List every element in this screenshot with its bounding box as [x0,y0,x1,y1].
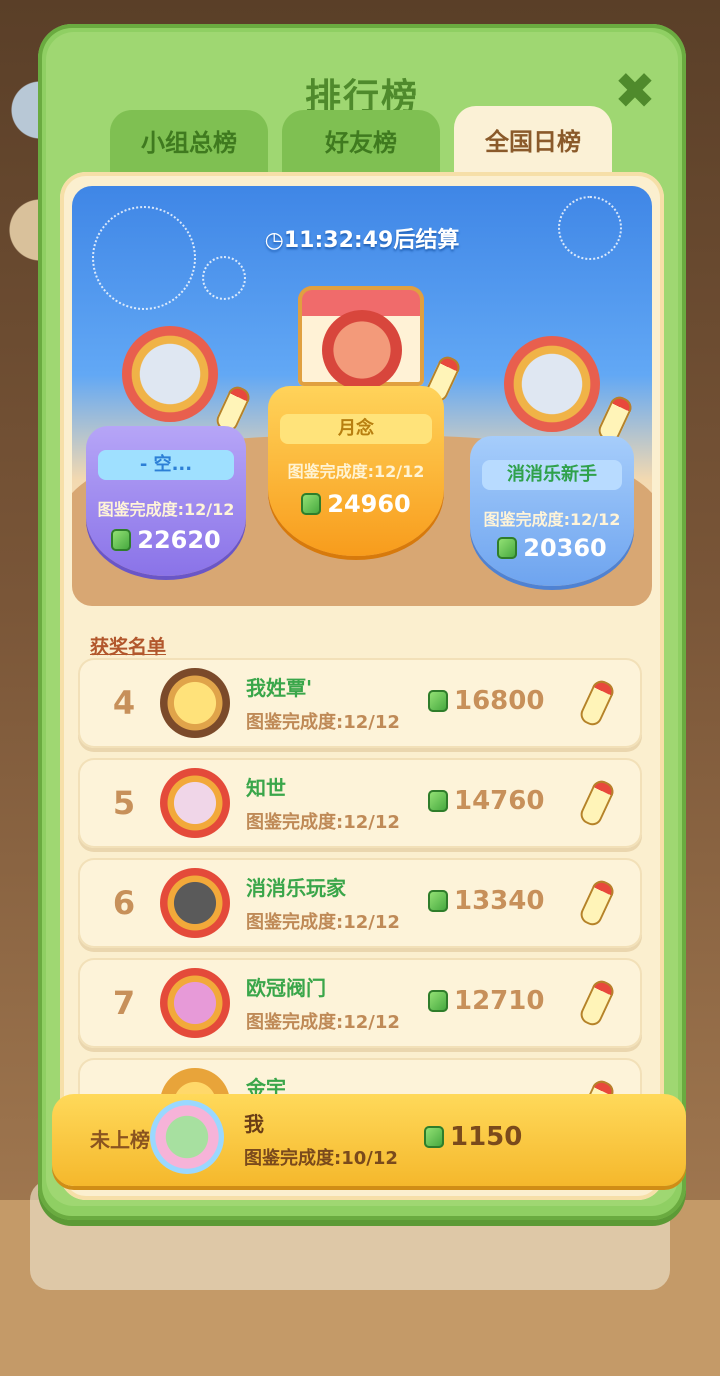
podium-third-name: 消消乐新手 [482,460,622,490]
podium-first-score: 24960 [268,490,444,518]
my-rank-status: 未上榜 [90,1128,150,1152]
gem-icon [424,1126,444,1148]
gem-icon [428,690,448,712]
avatar[interactable] [160,968,230,1038]
podium-first-progress: 图鉴完成度:12/12 [287,462,425,481]
winners-list-title: 获奖名单 [90,636,167,658]
list-item[interactable]: 5 知世 图鉴完成度:12/12 14760 [78,758,642,848]
player-score: 14760 [428,786,544,816]
my-name: 我 [244,1112,264,1136]
podium-first: 月念 图鉴完成度:12/12 24960 [268,386,444,556]
clock-icon: ◷ [264,228,284,253]
player-name: 欧冠阀门 [246,976,326,1000]
my-score: 1150 [424,1122,522,1152]
podium-first-name: 月念 [280,414,432,444]
leaderboard-panel: 排行榜 ✖ 小组总榜 好友榜 全国日榜 ◷11:32:49后结算 - 空... … [38,24,686,1220]
avatar[interactable] [160,668,230,738]
gem-icon [111,529,132,551]
close-icon[interactable]: ✖ [612,66,658,116]
collection-progress: 图鉴完成度:12/12 [246,1012,400,1033]
list-item[interactable]: 7 欧冠阀门 图鉴完成度:12/12 12710 [78,958,642,1048]
rank-number: 7 [112,984,136,1022]
settle-timer: ◷11:32:49后结算 [72,222,652,254]
podium-second: - 空... 图鉴完成度:12/12 22620 [86,426,246,576]
reward-scroll-icon [577,677,617,729]
player-score: 12710 [428,986,544,1016]
timer-value: 11:32:49 [283,228,394,253]
reward-scroll-icon [577,877,617,929]
tab-friends[interactable]: 好友榜 [282,110,440,176]
gem-icon [428,890,448,912]
podium-second-name: - 空... [98,450,234,480]
gem-icon [301,493,322,515]
list-item[interactable]: 6 消消乐玩家 图鉴完成度:12/12 13340 [78,858,642,948]
podium-second-progress: 图鉴完成度:12/12 [97,500,235,519]
player-name: 我姓覃' [246,676,313,700]
reward-scroll-icon [577,777,617,829]
player-score: 13340 [428,886,544,916]
podium-third-score: 20360 [470,534,634,562]
collection-progress: 图鉴完成度:12/12 [246,812,400,833]
gem-icon [428,790,448,812]
rank-number: 4 [112,684,136,722]
rank-number: 5 [112,784,136,822]
podium-third-progress: 图鉴完成度:12/12 [483,510,621,529]
gem-icon [497,537,518,559]
reward-scroll-icon [577,977,617,1029]
firework-decoration [202,256,246,300]
avatar[interactable] [160,868,230,938]
my-rank-bar[interactable]: 未上榜 我 图鉴完成度:10/12 1150 [52,1094,686,1186]
avatar[interactable] [150,1100,224,1174]
avatar[interactable] [160,768,230,838]
timer-suffix: 后结算 [393,228,460,253]
avatar[interactable] [504,336,600,432]
tab-content: ◷11:32:49后结算 - 空... 图鉴完成度:12/12 22620 月念… [60,172,664,1200]
collection-progress: 图鉴完成度:12/12 [246,912,400,933]
player-score: 16800 [428,686,544,716]
podium-area: ◷11:32:49后结算 - 空... 图鉴完成度:12/12 22620 月念… [72,186,652,606]
tab-national-daily[interactable]: 全国日榜 [454,106,612,178]
player-name: 知世 [246,776,286,800]
podium-second-score: 22620 [86,526,246,554]
podium-third: 消消乐新手 图鉴完成度:12/12 20360 [470,436,634,586]
list-item[interactable]: 4 我姓覃' 图鉴完成度:12/12 16800 [78,658,642,748]
gem-icon [428,990,448,1012]
player-name: 消消乐玩家 [246,876,346,900]
tab-group-total[interactable]: 小组总榜 [110,110,268,176]
rank-number: 6 [112,884,136,922]
collection-progress: 图鉴完成度:12/12 [246,712,400,733]
avatar[interactable] [322,310,402,390]
avatar[interactable] [122,326,218,422]
my-collection-progress: 图鉴完成度:10/12 [244,1148,398,1169]
